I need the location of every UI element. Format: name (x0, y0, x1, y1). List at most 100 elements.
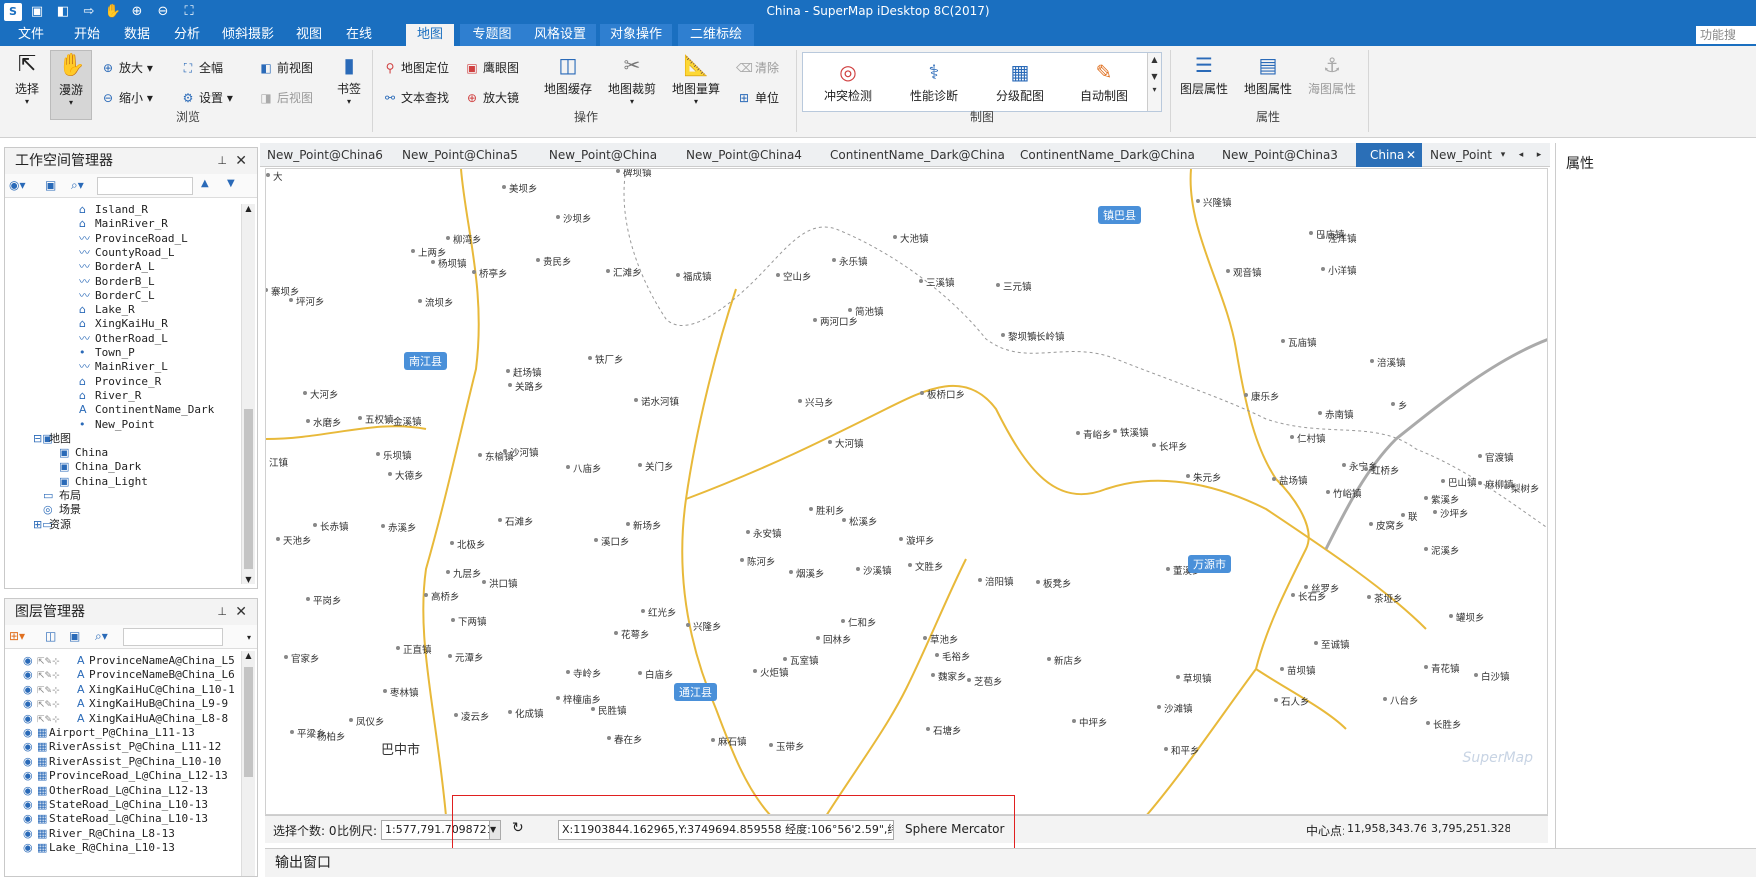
output-window-label: 输出窗口 (275, 855, 331, 871)
next-view-button[interactable]: ◨ 后视图 (258, 88, 313, 108)
place-label: 坪河乡 (289, 294, 325, 308)
tab-continent-name-dark-1[interactable]: ContinentName_Dark@China (830, 143, 1005, 167)
visibility-eye-icon[interactable]: ◉ (23, 840, 37, 856)
center-y[interactable]: 3,795,251.328... (1428, 820, 1510, 840)
tab-new-point-china5[interactable]: New_Point@China5 (395, 143, 525, 167)
menu-oblique[interactable]: 倾斜摄影 (212, 24, 284, 46)
prev-view-button[interactable]: ◧ 前视图 (258, 58, 313, 78)
tab-continent-name-dark-2[interactable]: ContinentName_Dark@China (1020, 143, 1195, 167)
map-measure-button[interactable]: 📐 地图量算 ▾ (668, 52, 724, 106)
output-window-bar[interactable]: 输出窗口 (265, 848, 1756, 877)
auto-mapping-button[interactable]: ✎ 自动制图 (1069, 59, 1139, 104)
zoom-in-button[interactable]: ⊕ 放大 ▾ (100, 58, 153, 78)
layer-search-input[interactable] (123, 628, 223, 646)
search-icon[interactable]: ⌕▾ (71, 178, 84, 193)
pin-icon[interactable]: ⊥ (217, 148, 227, 174)
map-cache-label: 地图缓存 (543, 82, 592, 96)
layer-label: XingKaiHuA@China_L8-8 (89, 711, 229, 725)
workspace-save-icon[interactable]: ▣ (45, 178, 56, 192)
stethoscope-icon: ⚕ (928, 60, 940, 84)
menu-file[interactable]: 文件 (0, 24, 62, 46)
workspace-open-icon[interactable]: ◉▾ (9, 178, 26, 192)
full-extent-button[interactable]: ⛶ 全幅 (180, 58, 223, 78)
workspace-scrollbar[interactable]: ▲ ▼ (241, 204, 255, 584)
place-label: 永乐镇 (832, 254, 868, 268)
gallery-scroll[interactable]: ▲ ▼ ▾ (1147, 53, 1161, 111)
dropdown-icon[interactable]: ▾ (247, 633, 251, 642)
clear-button[interactable]: ⌫ 清除 (736, 58, 779, 78)
zoom-out-button[interactable]: ⊖ 缩小 ▾ (100, 88, 153, 108)
tab-new-point-china6[interactable]: New_Point@China6 (260, 143, 390, 167)
city-label: 巴中市 (381, 743, 421, 758)
graded-mapping-button[interactable]: ▦ 分级配图 (985, 59, 1055, 104)
layer-scrollbar[interactable]: ▲ (241, 651, 255, 876)
menu-data[interactable]: 数据 (112, 24, 162, 46)
menu-map[interactable]: 地图 (406, 24, 454, 46)
select-button[interactable]: ⇱ 选择 ▾ (10, 52, 44, 106)
arrow-down-icon[interactable]: ▼ (227, 178, 235, 189)
layer-style-icon[interactable]: ▣ (69, 629, 80, 643)
add-layer-icon[interactable]: ⊞▾ (9, 629, 25, 643)
scroll-up-icon[interactable]: ▲ (242, 651, 255, 660)
tab-list-icon[interactable]: ▾ (1496, 143, 1510, 167)
workspace-dataset-item[interactable]: • New_Point (79, 417, 155, 433)
tab-china[interactable]: China ✕ (1356, 143, 1422, 167)
scroll-thumb[interactable] (244, 667, 253, 777)
tab-scroll-right-icon[interactable]: ▸ (1532, 143, 1546, 167)
tree-resources-node-icon: ⊞▭ (33, 517, 53, 531)
layer-label: XingKaiHuC@China_L10-1 (89, 682, 235, 696)
text-search-button[interactable]: ⚯ 文本查找 (382, 88, 449, 108)
close-icon[interactable]: ✕ (235, 599, 247, 625)
menu-object-ops[interactable]: 对象操作 (600, 24, 672, 46)
unit-button[interactable]: ⊞ 单位 (736, 88, 779, 108)
layer-props-button[interactable]: ☰ 图层属性 (1176, 52, 1232, 97)
tab-new-point-china[interactable]: New_Point@China (538, 143, 668, 167)
perf-diagnose-button[interactable]: ⚕ 性能诊断 (899, 59, 969, 104)
settings-button[interactable]: ⚙ 设置 ▾ (180, 88, 233, 108)
map-clip-button[interactable]: ✂ 地图裁剪 ▾ (604, 52, 660, 106)
map-cache-button[interactable]: ◫ 地图缓存 (540, 52, 596, 97)
map-tabs: New_Point@China6 New_Point@China5 New_Po… (260, 143, 1550, 167)
menu-plotting[interactable]: 二维标绘 (678, 24, 754, 46)
place-label: 陈河乡 (740, 554, 776, 568)
scroll-down-icon[interactable]: ▼ (242, 575, 255, 584)
tab-new-point-china3[interactable]: New_Point@China3 (1210, 143, 1350, 167)
tab-scroll-left-icon[interactable]: ◂ (1514, 143, 1528, 167)
tree-resources-node[interactable]: ⊞▭资源 (33, 517, 71, 533)
menu-analysis[interactable]: 分析 (162, 24, 212, 46)
tab-new-point[interactable]: New_Point (1426, 143, 1498, 167)
arrow-up-icon[interactable]: ▲ (201, 178, 209, 189)
pin-icon[interactable]: ⊥ (217, 599, 227, 625)
place-label: 碑坝镇 (616, 169, 652, 179)
center-x[interactable]: 11,958,343.76... (1344, 820, 1426, 840)
conflict-detect-button[interactable]: ◎ 冲突检测 (813, 59, 883, 104)
menu-start[interactable]: 开始 (62, 24, 112, 46)
place-label: 赤溪乡 (381, 520, 417, 534)
close-icon[interactable]: ✕ (235, 148, 247, 174)
scroll-thumb[interactable] (244, 409, 253, 569)
menu-view[interactable]: 视图 (284, 24, 334, 46)
map-props-button[interactable]: ▤ 地图属性 (1240, 52, 1296, 97)
menu-style[interactable]: 风格设置 (524, 24, 596, 46)
layer-group-icon[interactable]: ◫ (45, 629, 56, 643)
map-clip-icon: ✂ (623, 53, 641, 77)
map-canvas[interactable]: 碑坝镇 美坝乡 沙坝乡 贵民乡 汇滩乡 福成镇 空山乡 永乐镇 大池镇 三溪镇 三元镇 兴隆镇 巴庙镇泾… (265, 168, 1548, 815)
layer-list: ◉ ⇱✎⊹ A ProvinceNameA@China_L5 ◉ ⇱✎⊹ A Province… (5, 651, 241, 876)
menu-online[interactable]: 在线 (334, 24, 384, 46)
eagle-eye-button[interactable]: ▣ 鹰眼图 (464, 58, 519, 78)
bookmark-button[interactable]: ▮ 书签 ▾ (332, 52, 366, 106)
map-locate-button[interactable]: ⚲ 地图定位 (382, 58, 449, 78)
workspace-search-input[interactable] (97, 177, 193, 195)
menu-thematic[interactable]: 专题图 (460, 24, 524, 46)
place-label: 下两镇 (451, 614, 487, 628)
magnifier-button[interactable]: ⊕ 放大镜 (464, 88, 519, 108)
browse-group-label: 浏览 (175, 110, 200, 124)
tab-new-point-china4[interactable]: New_Point@China4 (678, 143, 810, 167)
function-search-input[interactable]: 功能搜 (1696, 26, 1756, 44)
chart-props-button[interactable]: ⚓ 海图属性 (1304, 52, 1360, 97)
scroll-up-icon[interactable]: ▲ (242, 204, 255, 213)
place-label: 三溪镇 (919, 275, 955, 289)
layer-item[interactable]: ◉ ▦ Lake_R@China_L10-13 (23, 840, 175, 856)
search-icon[interactable]: ⌕▾ (95, 629, 108, 644)
close-tab-icon[interactable]: ✕ (1406, 143, 1416, 167)
